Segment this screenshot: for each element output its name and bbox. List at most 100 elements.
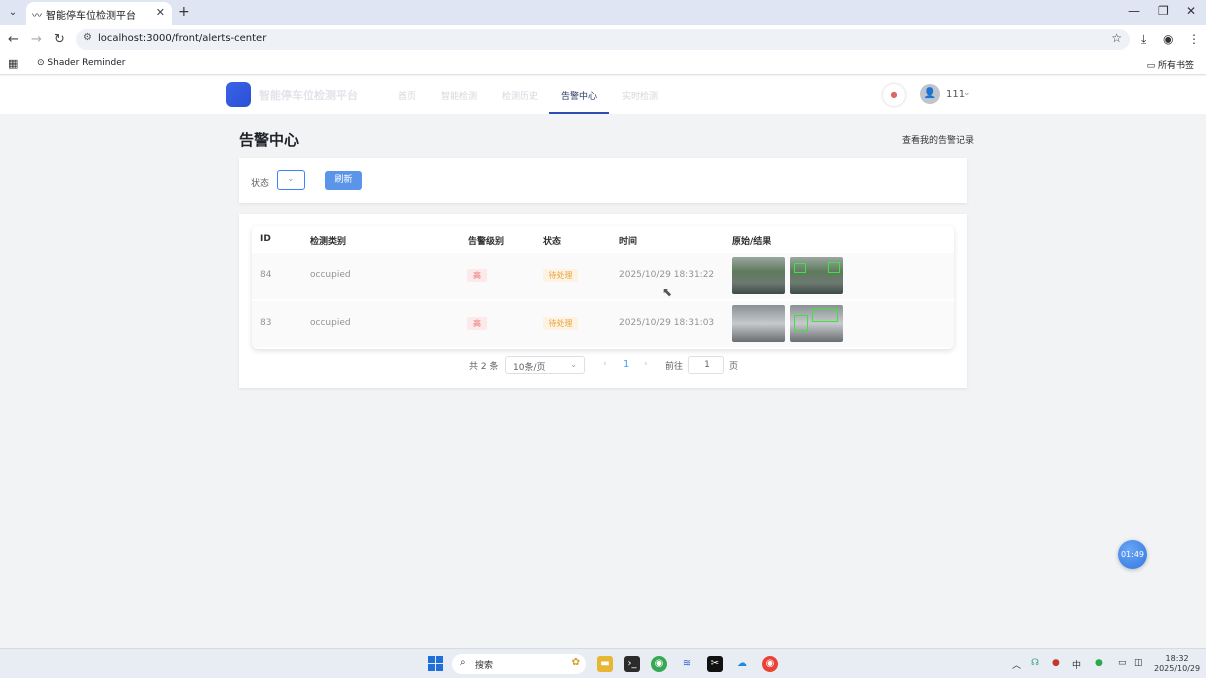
notification-icon[interactable]: ● [883,84,905,106]
original-image-thumbnail[interactable] [732,305,785,342]
active-nav-indicator [549,112,609,114]
brand-title: 智能停车位检测平台 [259,89,358,102]
status-badge: 待处理 [543,317,578,330]
detection-box [794,263,806,273]
new-tab-icon[interactable]: + [178,4,190,20]
nav-smart-detect[interactable]: 智能检测 [441,89,477,102]
file-explorer-icon[interactable]: ▬ [597,656,613,672]
app-header: 智能停车位检测平台 首页 智能检测 检测历史 告警中心 实时检测 ● 👤 111… [0,76,1206,114]
page-size-select[interactable]: 10条/页 ⌄ [505,356,585,374]
chevron-down-icon: ⌄ [287,174,295,184]
tab-title: 智能停车位检测平台 [46,11,136,22]
back-icon[interactable]: ← [8,32,19,47]
browser-tab-strip: ⌄ 〰 智能停车位检测平台 ✕ + — ❐ ✕ [0,0,1206,25]
apps-grid-icon[interactable]: ▦ [8,57,18,70]
prev-page-icon[interactable]: ‹ [603,359,607,369]
avatar[interactable]: 👤 [920,84,940,104]
my-alerts-link[interactable]: 查看我的告警记录 [902,133,974,146]
nav-history[interactable]: 检测历史 [502,89,538,102]
goto-label: 前往 [665,362,684,372]
network-icon[interactable]: ▭ [1118,658,1127,668]
column-header-images: 原始/结果 [732,237,772,247]
tray-app-icon[interactable]: ☊ [1031,658,1039,668]
clock-time: 18:32 [1165,654,1189,663]
column-header-level: 告警级别 [468,237,505,247]
search-icon: ⌕ [460,657,466,668]
bookmark-shader-reminder[interactable]: ⊙ Shader Reminder [37,58,125,68]
chevron-down-icon: ⌄ [570,360,577,369]
bookmark-label: Shader Reminder [47,58,126,68]
restore-icon[interactable]: ❐ [1158,4,1169,18]
cell-id: 83 [260,318,272,328]
status-filter-label: 状态 [251,179,270,189]
page-current[interactable]: 1 [623,359,629,370]
chat-icon[interactable]: ☁ [734,656,750,672]
status-select[interactable]: ⌄ [277,170,305,190]
nav-home[interactable]: 首页 [398,89,416,102]
url-text[interactable]: localhost:3000/front/alerts-center [98,33,266,44]
table-card: ID 检测类别 告警级别 状态 时间 原始/结果 84 occupied 高 待… [239,214,967,388]
favicon-icon: 〰 [32,11,42,22]
next-page-icon[interactable]: › [644,359,648,369]
cell-time: 2025/10/29 18:31:22 [619,270,715,280]
detection-box [828,262,840,273]
result-image-thumbnail[interactable] [790,257,843,294]
site-info-icon[interactable]: ⚙ [83,32,92,43]
all-bookmarks-folder[interactable]: ▭ 所有书签 [1147,58,1194,71]
page-suffix: 页 [729,362,739,372]
level-badge: 高 [467,269,487,282]
ime-indicator[interactable]: 中 [1072,658,1081,671]
tray-chevron-icon[interactable]: ︿ [1012,658,1021,671]
menu-icon[interactable]: ⋮ [1188,32,1200,46]
tray-status-icon[interactable]: ● [1095,658,1103,668]
level-badge: 高 [467,317,487,330]
cell-category: occupied [310,318,351,328]
minimize-icon[interactable]: — [1128,4,1140,18]
window-close-icon[interactable]: ✕ [1186,4,1196,18]
search-highlight-icon: ✿ [571,657,580,668]
download-icon[interactable]: ⤓ [1141,32,1146,47]
column-header-category: 检测类别 [310,237,347,247]
chevron-down-icon[interactable]: ⌄ [963,88,971,98]
table-row[interactable]: 83 occupied 高 待处理 2025/10/29 18:31:03 [252,301,954,347]
column-header-time: 时间 [619,237,638,247]
editor-icon[interactable]: ≋ [679,656,695,672]
pagination-total: 共 2 条 [469,362,499,372]
page-size-value: 10条/页 [513,363,546,373]
original-image-thumbnail[interactable] [732,257,785,294]
nav-alerts-center[interactable]: 告警中心 [561,89,597,102]
goto-page-input[interactable]: 1 [688,356,724,374]
page-title: 告警中心 [239,131,300,149]
omnibox[interactable]: ⚙ localhost:3000/front/alerts-center ☆ [76,29,1130,50]
terminal-icon[interactable]: ›_ [624,656,640,672]
nav-realtime[interactable]: 实时检测 [622,89,658,102]
chrome-icon[interactable]: ◉ [651,656,667,672]
taskbar-search[interactable]: ⌕ 搜索 ✿ [452,654,586,674]
system-clock[interactable]: 18:32 2025/10/29 [1154,654,1200,674]
detection-box [794,315,808,331]
reload-icon[interactable]: ↻ [54,32,65,47]
result-image-thumbnail[interactable] [790,305,843,342]
table-row[interactable]: 84 occupied 高 待处理 2025/10/29 18:31:22 [252,253,954,299]
windows-taskbar: ⌕ 搜索 ✿ ▬ ›_ ◉ ≋ ✂ ☁ ◉ ︿ ☊ ● 中 ● ▭ ◫ 18:3… [0,648,1206,678]
clock-date: 2025/10/29 [1154,664,1201,673]
mouse-cursor-icon: ⬉ [662,285,673,299]
floating-timer[interactable]: 01:49 [1118,540,1147,569]
bookmarks-bar: ▦ ⊙ Shader Reminder ▭ 所有书签 [0,54,1206,75]
bookmark-star-icon[interactable]: ☆ [1111,31,1122,45]
alerts-table: ID 检测类别 告警级别 状态 时间 原始/结果 84 occupied 高 待… [252,226,954,349]
browser-tab[interactable]: 〰 智能停车位检测平台 ✕ [26,2,172,25]
forward-icon[interactable]: → [31,32,42,47]
profile-icon[interactable]: ◉ [1163,32,1173,46]
refresh-button[interactable]: 刷新 [325,171,362,190]
chrome-active-icon[interactable]: ◉ [762,656,778,672]
close-icon[interactable]: ✕ [156,6,165,19]
windows-start-icon[interactable] [428,656,443,671]
cell-category: occupied [310,270,351,280]
capcut-icon[interactable]: ✂ [707,656,723,672]
taskbar-search-text: 搜索 [475,661,494,671]
volume-icon[interactable]: ◫ [1134,658,1143,668]
column-header-status: 状态 [543,237,562,247]
tray-shield-icon[interactable]: ● [1052,658,1060,668]
tab-search-icon[interactable]: ⌄ [6,6,20,20]
